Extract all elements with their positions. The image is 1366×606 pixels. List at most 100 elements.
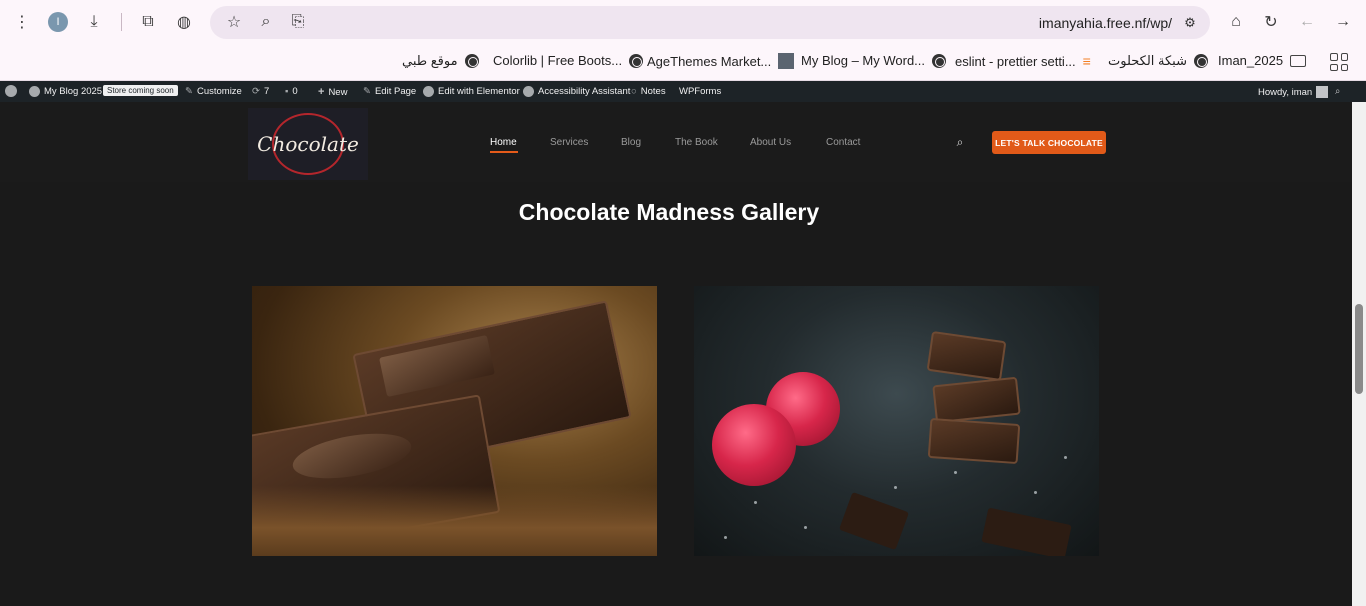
- dashboard-icon: [29, 86, 40, 97]
- logo-emblem: Chocolate: [257, 113, 359, 175]
- talk-chocolate-button[interactable]: LET'S TALK CHOCOLATE: [992, 131, 1106, 154]
- sugar-sparkle: [1064, 456, 1067, 459]
- bookmark-label: Colorlib | Free Boots...: [493, 53, 623, 68]
- wp-admin-bar: My Blog 2025 Store coming soon ✎ Customi…: [0, 81, 1366, 102]
- wp-wpforms[interactable]: WPForms: [679, 86, 721, 97]
- nav-blog[interactable]: Blog: [621, 137, 641, 148]
- back-icon[interactable]: ←: [1295, 10, 1319, 34]
- edit-page-label: Edit Page: [374, 86, 417, 97]
- nav-the-book[interactable]: The Book: [675, 137, 718, 148]
- gallery-title: Chocolate Madness Gallery: [518, 199, 820, 225]
- site-header: Chocolate Home Services Blog The Book Ab…: [0, 102, 1366, 182]
- bookmark-label: eslint - prettier setti...: [955, 53, 1076, 69]
- reload-icon[interactable]: ↻: [1259, 10, 1283, 34]
- bookmark-item[interactable]: Colorlib | Free Boots...: [493, 53, 644, 68]
- agethemes-icon: [778, 53, 795, 69]
- wp-howdy[interactable]: Howdy, iman: [1258, 86, 1329, 98]
- notes-label: Notes: [640, 86, 666, 97]
- bookmark-item[interactable]: eslint - prettier setti... ≡: [955, 53, 1091, 69]
- comments-count: 0: [292, 86, 298, 97]
- bookmark-item[interactable]: موقع طبي: [402, 53, 479, 69]
- sugar-sparkle: [894, 486, 897, 489]
- translate-icon[interactable]: ⎘: [286, 10, 310, 34]
- chocolate-piece: [926, 330, 1007, 382]
- address-bar[interactable]: ☆ ⌕ ⎘ imanyahia.free.nf/wp/ ⚙: [210, 6, 1210, 39]
- bookmark-item[interactable]: AgeThemes Market...: [647, 53, 795, 69]
- nav-label: About Us: [750, 137, 792, 148]
- extensions-icon[interactable]: ⧉: [136, 10, 160, 34]
- wp-search-icon[interactable]: ⌕: [1335, 86, 1340, 97]
- bookmark-label: My Blog – My Word...: [801, 53, 926, 68]
- extension-globe-icon[interactable]: ◍: [172, 10, 196, 34]
- nav-services[interactable]: Services: [550, 137, 588, 148]
- globe-icon: [464, 54, 479, 68]
- wp-edit-page[interactable]: ✎ Edit Page: [363, 86, 416, 97]
- updates-icon: ⟳: [252, 86, 260, 97]
- customize-label: Customize: [196, 86, 242, 97]
- sugar-sparkle: [724, 536, 727, 539]
- browser-menu-icon[interactable]: ⋮: [10, 10, 34, 34]
- updates-count: 7: [263, 86, 270, 97]
- browser-toolbar: ⋮ I ⤓ ⧉ ◍ ☆ ⌕ ⎘ imanyahia.free.nf/wp/ ⚙ …: [0, 0, 1366, 44]
- wp-site-name[interactable]: My Blog 2025: [29, 86, 102, 97]
- sugar-sparkle: [754, 501, 757, 504]
- bookmark-label: شبكة الكحلوت: [1108, 53, 1187, 68]
- wp-new[interactable]: + New: [318, 86, 347, 98]
- forward-icon[interactable]: →: [1331, 10, 1355, 34]
- folder-icon: [1290, 54, 1307, 67]
- bookmark-label: Iman_2025: [1218, 53, 1284, 68]
- chocolate-crumb: [838, 491, 910, 551]
- accessibility-icon: [523, 86, 534, 97]
- chocolate-crumb: [981, 507, 1072, 556]
- bookmarks-bar: موقع طبي Colorlib | Free Boots... AgeThe…: [0, 44, 1366, 81]
- page-scrollbar[interactable]: [1352, 102, 1366, 606]
- zoom-icon[interactable]: ⌕: [254, 10, 278, 34]
- download-icon[interactable]: ⤓: [82, 10, 106, 34]
- search-icon[interactable]: ⌕: [952, 134, 968, 150]
- wp-comments[interactable]: ▪ 0: [285, 86, 298, 97]
- url-text[interactable]: imanyahia.free.nf/wp/: [1039, 15, 1172, 31]
- active-underline: [490, 151, 518, 153]
- nav-contact[interactable]: Contact: [826, 137, 860, 148]
- site-name-label: My Blog 2025: [44, 86, 103, 97]
- bookmark-label: AgeThemes Market...: [647, 53, 772, 69]
- nav-label: Blog: [621, 137, 642, 148]
- chocolate-piece: [932, 376, 1021, 424]
- bookmark-item[interactable]: My Blog – My Word...: [801, 53, 947, 68]
- nav-label: Services: [550, 137, 589, 148]
- brush-icon: ✎: [185, 86, 193, 97]
- profile-avatar[interactable]: I: [48, 12, 68, 32]
- nav-label: Home: [490, 137, 517, 148]
- nav-about-us[interactable]: About Us: [750, 137, 791, 148]
- wp-updates[interactable]: ⟳ 7: [252, 86, 269, 97]
- sugar-sparkle: [1034, 491, 1037, 494]
- site-logo[interactable]: Chocolate: [248, 108, 368, 180]
- apps-grid-icon[interactable]: [1330, 53, 1348, 71]
- gallery-photo-chocolate-raspberries[interactable]: [694, 286, 1099, 556]
- bookmark-item[interactable]: شبكة الكحلوت: [1108, 53, 1208, 69]
- sugar-sparkle: [804, 526, 807, 529]
- wordpress-logo-icon[interactable]: [5, 85, 17, 97]
- site-settings-icon[interactable]: ⚙: [1178, 11, 1202, 35]
- globe-icon: [932, 53, 947, 68]
- wp-customize[interactable]: ✎ Customize: [185, 86, 242, 97]
- globe-icon: [1193, 54, 1208, 68]
- main-content: Chocolate Madness Gallery: [0, 182, 1352, 606]
- home-icon[interactable]: ⌂: [1224, 10, 1248, 34]
- cocoa-powder: [252, 486, 657, 556]
- nav-home[interactable]: Home: [490, 137, 518, 153]
- elementor-icon: [423, 86, 434, 97]
- bookmark-star-icon[interactable]: ☆: [222, 10, 246, 34]
- globe-icon: [629, 53, 644, 68]
- wp-accessibility[interactable]: Accessibility Assistant: [523, 86, 630, 97]
- sugar-sparkle: [954, 471, 957, 474]
- wp-edit-elementor[interactable]: Edit with Elementor: [423, 86, 520, 97]
- gallery-photo-chocolate-bars[interactable]: [252, 286, 657, 556]
- wp-notes[interactable]: ○ Notes: [631, 86, 666, 97]
- nav-label: Contact: [826, 137, 861, 148]
- plus-icon: +: [318, 86, 325, 98]
- store-badge[interactable]: Store coming soon: [103, 85, 178, 96]
- bookmark-folder[interactable]: Iman_2025: [1218, 53, 1307, 68]
- toolbar-divider: [121, 13, 122, 31]
- scrollbar-thumb[interactable]: [1355, 304, 1363, 394]
